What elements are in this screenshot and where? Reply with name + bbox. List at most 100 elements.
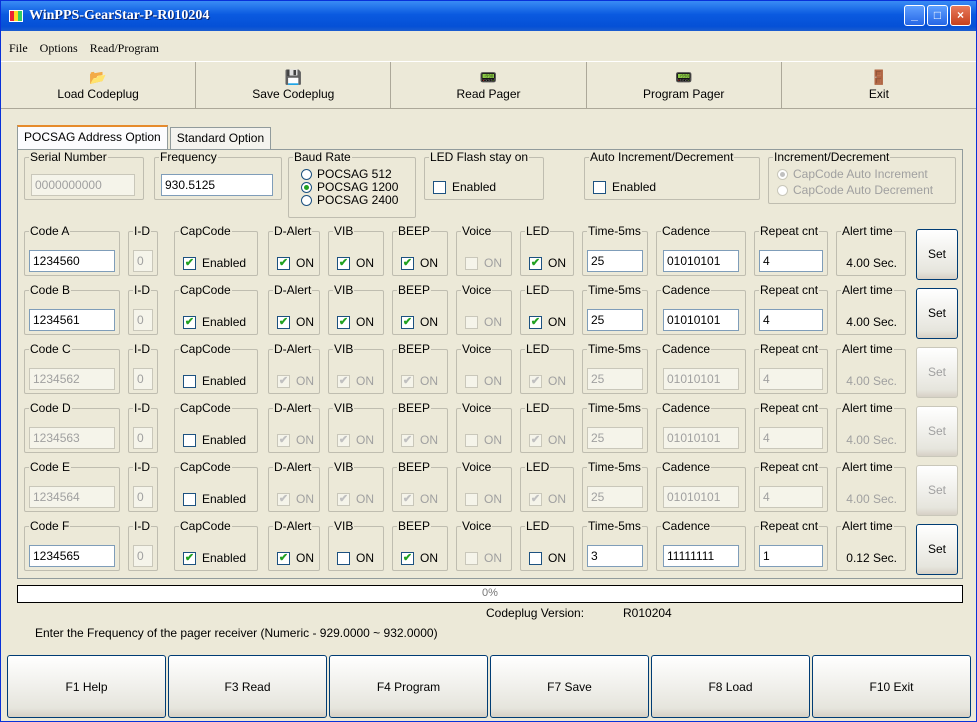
set-button[interactable]: Set — [916, 229, 958, 280]
cadence-field[interactable]: 01010101 — [663, 309, 739, 331]
time-field[interactable]: 25 — [587, 309, 643, 331]
f3-read-button[interactable]: F3 Read — [168, 655, 327, 718]
f4-program-button[interactable]: F4 Program — [329, 655, 488, 718]
beep-checkbox[interactable]: ✔ ON — [401, 433, 438, 447]
id-field[interactable]: 0 — [133, 427, 153, 449]
maximize-button[interactable]: □ — [927, 5, 948, 26]
time-field[interactable]: 25 — [587, 250, 643, 272]
cadence-field[interactable]: 01010101 — [663, 250, 739, 272]
cadence-field[interactable]: 01010101 — [663, 368, 739, 390]
capcode-enabled-checkbox[interactable]: Enabled — [183, 374, 246, 388]
beep-checkbox[interactable]: ✔ ON — [401, 315, 438, 329]
code-field[interactable]: 1234565 — [29, 545, 115, 567]
vib-checkbox[interactable]: ✔ ON — [337, 433, 374, 447]
capcode-enabled-checkbox[interactable]: Enabled — [183, 433, 246, 447]
id-field[interactable]: 0 — [133, 250, 153, 272]
baud-2400-radio[interactable]: POCSAG 2400 — [301, 194, 398, 207]
dalert-checkbox[interactable]: ✔ ON — [277, 492, 314, 506]
save-codeplug-button[interactable]: 💾 Save Codeplug — [196, 62, 392, 108]
title-bar[interactable]: WinPPS-GearStar-P-R010204 _ □ × — [1, 1, 976, 31]
capcode-enabled-checkbox[interactable]: ✔ Enabled — [183, 315, 246, 329]
dalert-checkbox[interactable]: ✔ ON — [277, 551, 314, 565]
code-field[interactable]: 1234561 — [29, 309, 115, 331]
voice-checkbox[interactable]: ON — [465, 492, 502, 506]
set-button[interactable]: Set — [916, 524, 958, 575]
dalert-checkbox[interactable]: ✔ ON — [277, 315, 314, 329]
repeat-field[interactable]: 4 — [759, 309, 823, 331]
led-checkbox[interactable]: ON — [529, 551, 566, 565]
f1-help-button[interactable]: F1 Help — [7, 655, 166, 718]
f8-load-button[interactable]: F8 Load — [651, 655, 810, 718]
voice-checkbox[interactable]: ON — [465, 374, 502, 388]
beep-checkbox[interactable]: ✔ ON — [401, 551, 438, 565]
serial-number-field[interactable]: 0000000000 — [31, 174, 135, 196]
beep-checkbox[interactable]: ✔ ON — [401, 492, 438, 506]
f7-save-button[interactable]: F7 Save — [490, 655, 649, 718]
program-pager-button[interactable]: 📟 Program Pager — [587, 62, 782, 108]
dalert-checkbox[interactable]: ✔ ON — [277, 256, 314, 270]
id-field[interactable]: 0 — [133, 309, 153, 331]
voice-checkbox[interactable]: ON — [465, 256, 502, 270]
repeat-field[interactable]: 4 — [759, 486, 823, 508]
capcode-enabled-checkbox[interactable]: ✔ Enabled — [183, 551, 246, 565]
menu-options[interactable]: Options — [40, 41, 78, 56]
time-field[interactable]: 25 — [587, 368, 643, 390]
read-pager-button[interactable]: 📟 Read Pager — [391, 62, 587, 108]
vib-checkbox[interactable]: ✔ ON — [337, 374, 374, 388]
cadence-field[interactable]: 11111111 — [663, 545, 739, 567]
led-checkbox[interactable]: ✔ ON — [529, 492, 566, 506]
minimize-button[interactable]: _ — [904, 5, 925, 26]
voice-checkbox[interactable]: ON — [465, 551, 502, 565]
id-field[interactable]: 0 — [133, 368, 153, 390]
id-field[interactable]: 0 — [133, 545, 153, 567]
repeat-field[interactable]: 4 — [759, 368, 823, 390]
vib-checkbox[interactable]: ON — [337, 551, 374, 565]
frequency-field[interactable]: 930.5125 — [161, 174, 273, 196]
voice-checkbox[interactable]: ON — [465, 433, 502, 447]
vib-checkbox[interactable]: ✔ ON — [337, 256, 374, 270]
cadence-field[interactable]: 01010101 — [663, 486, 739, 508]
repeat-field[interactable]: 4 — [759, 250, 823, 272]
capcode-auto-decrement-radio[interactable]: CapCode Auto Decrement — [777, 184, 933, 197]
auto-increment-checkbox[interactable]: Enabled — [593, 180, 656, 194]
led-flash-checkbox[interactable]: Enabled — [433, 180, 496, 194]
vib-checkbox[interactable]: ✔ ON — [337, 315, 374, 329]
code-field[interactable]: 1234560 — [29, 250, 115, 272]
vib-checkbox[interactable]: ✔ ON — [337, 492, 374, 506]
time-field[interactable]: 25 — [587, 486, 643, 508]
f10-exit-button[interactable]: F10 Exit — [812, 655, 971, 718]
tab-pocsag-address-option[interactable]: POCSAG Address Option — [17, 125, 168, 149]
close-button[interactable]: × — [950, 5, 971, 26]
led-checkbox[interactable]: ✔ ON — [529, 433, 566, 447]
cadence-field[interactable]: 01010101 — [663, 427, 739, 449]
exit-button[interactable]: 🚪 Exit — [782, 62, 976, 108]
set-button[interactable]: Set — [916, 406, 958, 457]
set-button[interactable]: Set — [916, 465, 958, 516]
menu-file[interactable]: File — [9, 41, 28, 56]
capcode-enabled-checkbox[interactable]: Enabled — [183, 492, 246, 506]
time-field[interactable]: 3 — [587, 545, 643, 567]
voice-checkbox[interactable]: ON — [465, 315, 502, 329]
capcode-auto-increment-radio[interactable]: CapCode Auto Increment — [777, 168, 933, 181]
led-checkbox[interactable]: ✔ ON — [529, 374, 566, 388]
load-codeplug-button[interactable]: 📂 Load Codeplug — [1, 62, 197, 108]
code-field[interactable]: 1234564 — [29, 486, 115, 508]
repeat-field[interactable]: 1 — [759, 545, 823, 567]
id-field[interactable]: 0 — [133, 486, 153, 508]
time-field[interactable]: 25 — [587, 427, 643, 449]
set-button[interactable]: Set — [916, 288, 958, 339]
menu-read-program[interactable]: Read/Program — [90, 41, 159, 56]
led-checkbox-label: ON — [548, 256, 566, 270]
beep-checkbox[interactable]: ✔ ON — [401, 256, 438, 270]
repeat-field[interactable]: 4 — [759, 427, 823, 449]
led-checkbox[interactable]: ✔ ON — [529, 315, 566, 329]
tab-standard-option[interactable]: Standard Option — [169, 127, 272, 149]
dalert-checkbox[interactable]: ✔ ON — [277, 433, 314, 447]
code-field[interactable]: 1234562 — [29, 368, 115, 390]
set-button[interactable]: Set — [916, 347, 958, 398]
beep-checkbox[interactable]: ✔ ON — [401, 374, 438, 388]
dalert-checkbox[interactable]: ✔ ON — [277, 374, 314, 388]
capcode-enabled-checkbox[interactable]: ✔ Enabled — [183, 256, 246, 270]
led-checkbox[interactable]: ✔ ON — [529, 256, 566, 270]
code-field[interactable]: 1234563 — [29, 427, 115, 449]
